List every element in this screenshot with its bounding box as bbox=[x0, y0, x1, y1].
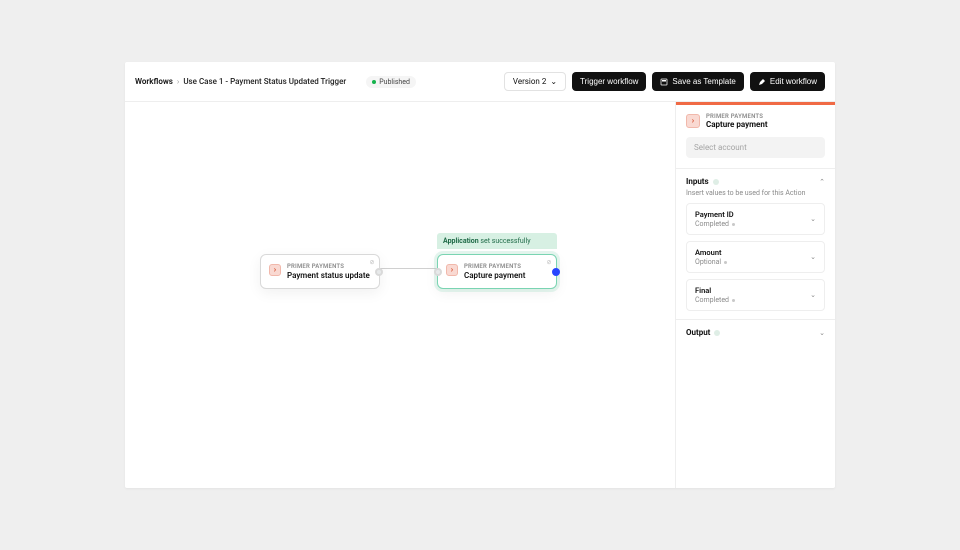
status-dot-icon bbox=[732, 223, 735, 226]
version-selector-label: Version 2 bbox=[513, 77, 546, 86]
chevron-right-icon: › bbox=[177, 77, 179, 86]
header: Workflows › Use Case 1 - Payment Status … bbox=[125, 62, 835, 102]
chevron-down-icon: ⌄ bbox=[810, 253, 816, 261]
status-badge: Published bbox=[366, 76, 416, 88]
input-field-payment-id[interactable]: Payment ID Completed ⌄ bbox=[686, 203, 825, 235]
node-capture-payment[interactable]: PRIMER PAYMENTS Capture payment ⊘ bbox=[437, 254, 557, 289]
node-tooltip: Application set successfully bbox=[437, 233, 557, 249]
primer-icon bbox=[686, 114, 700, 128]
node-close-icon[interactable]: ⊘ bbox=[368, 258, 376, 266]
status-dot-icon bbox=[724, 261, 727, 264]
primer-icon bbox=[446, 264, 458, 276]
field-status: Optional bbox=[695, 258, 727, 266]
edit-workflow-button[interactable]: Edit workflow bbox=[750, 72, 825, 91]
button-label: Edit workflow bbox=[770, 77, 817, 86]
field-label: Final bbox=[695, 286, 735, 295]
field-status: Completed bbox=[695, 296, 735, 304]
section-subtitle: Insert values to be used for this Action bbox=[686, 189, 825, 197]
pencil-icon bbox=[758, 78, 766, 86]
button-label: Save as Template bbox=[672, 77, 735, 86]
inputs-section-toggle[interactable]: Inputs ⌃ bbox=[686, 177, 825, 186]
node-overline: PRIMER PAYMENTS bbox=[287, 263, 371, 270]
panel-title: Capture payment bbox=[706, 120, 768, 129]
info-icon bbox=[713, 179, 719, 185]
version-selector[interactable]: Version 2 ⌄ bbox=[504, 72, 566, 91]
input-field-final[interactable]: Final Completed ⌄ bbox=[686, 279, 825, 311]
node-output-port[interactable] bbox=[552, 268, 560, 276]
save-as-template-button[interactable]: Save as Template bbox=[652, 72, 743, 91]
chevron-down-icon: ⌄ bbox=[550, 77, 557, 86]
node-title: Capture payment bbox=[464, 271, 548, 280]
account-select-placeholder: Select account bbox=[694, 143, 747, 152]
tooltip-strong: Application bbox=[443, 237, 479, 245]
node-output-port[interactable] bbox=[375, 268, 383, 276]
panel-header: PRIMER PAYMENTS Capture payment bbox=[676, 105, 835, 133]
chevron-up-icon: ⌃ bbox=[819, 178, 825, 186]
side-panel: PRIMER PAYMENTS Capture payment Select a… bbox=[675, 102, 835, 488]
node-overline: PRIMER PAYMENTS bbox=[464, 263, 548, 270]
breadcrumb-root[interactable]: Workflows bbox=[135, 77, 173, 86]
field-label: Amount bbox=[695, 248, 727, 257]
input-field-amount[interactable]: Amount Optional ⌄ bbox=[686, 241, 825, 273]
template-icon bbox=[660, 78, 668, 86]
status-badge-label: Published bbox=[379, 78, 410, 86]
node-close-icon[interactable]: ⊘ bbox=[545, 258, 553, 266]
status-dot-icon bbox=[372, 80, 376, 84]
output-section-toggle[interactable]: Output ⌄ bbox=[686, 328, 825, 337]
info-icon bbox=[714, 330, 720, 336]
chevron-down-icon: ⌄ bbox=[810, 291, 816, 299]
workflow-canvas[interactable]: PRIMER PAYMENTS Payment status update ⊘ … bbox=[125, 102, 675, 488]
header-actions: Version 2 ⌄ Trigger workflow Save as Tem… bbox=[504, 72, 825, 91]
node-payment-status-update[interactable]: PRIMER PAYMENTS Payment status update ⊘ bbox=[260, 254, 380, 289]
node-input-port[interactable] bbox=[434, 268, 442, 276]
app-window: Workflows › Use Case 1 - Payment Status … bbox=[125, 62, 835, 488]
breadcrumb: Workflows › Use Case 1 - Payment Status … bbox=[135, 76, 498, 88]
primer-icon bbox=[269, 264, 281, 276]
panel-overline: PRIMER PAYMENTS bbox=[706, 113, 768, 120]
button-label: Trigger workflow bbox=[580, 77, 638, 86]
chevron-down-icon: ⌄ bbox=[810, 215, 816, 223]
output-section: Output ⌄ bbox=[676, 319, 835, 345]
status-dot-icon bbox=[732, 299, 735, 302]
account-select[interactable]: Select account bbox=[686, 137, 825, 158]
trigger-workflow-button[interactable]: Trigger workflow bbox=[572, 72, 646, 91]
chevron-down-icon: ⌄ bbox=[819, 329, 825, 337]
section-title: Output bbox=[686, 328, 710, 337]
edge bbox=[380, 268, 437, 269]
field-status: Completed bbox=[695, 220, 735, 228]
section-title: Inputs bbox=[686, 177, 709, 186]
field-label: Payment ID bbox=[695, 210, 735, 219]
node-title: Payment status update bbox=[287, 271, 371, 280]
breadcrumb-page[interactable]: Use Case 1 - Payment Status Updated Trig… bbox=[183, 77, 346, 86]
tooltip-rest: set successfully bbox=[479, 237, 531, 245]
inputs-section: Inputs ⌃ Insert values to be used for th… bbox=[676, 168, 835, 319]
